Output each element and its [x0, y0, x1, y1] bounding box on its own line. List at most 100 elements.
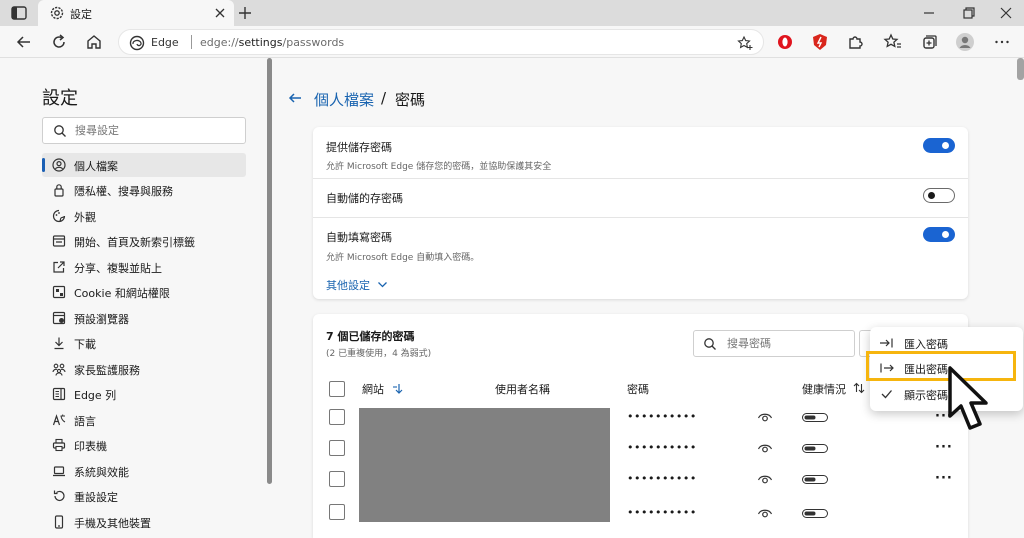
- check-icon: [879, 388, 895, 400]
- row-more-button[interactable]: ···: [935, 472, 953, 485]
- autofill-title: 自動填寫密碼: [326, 231, 392, 244]
- reset-icon: [52, 489, 66, 503]
- browser-toolbar: Edge edge://settings/passwords: [0, 26, 1024, 58]
- sidebar-item-phone[interactable]: 手機及其他裝置: [42, 510, 246, 534]
- active-indicator: [42, 158, 45, 172]
- import-icon: [879, 337, 895, 349]
- laptop-icon: [52, 464, 66, 478]
- sidebar-item-label: 語言: [74, 415, 96, 428]
- select-all-checkbox[interactable]: [329, 381, 345, 397]
- refresh-icon[interactable]: [49, 32, 69, 52]
- share-icon: [52, 260, 66, 274]
- tab-settings[interactable]: 設定: [38, 0, 234, 26]
- redacted-site-username-area: [359, 408, 610, 522]
- add-favorite-icon[interactable]: [737, 35, 753, 51]
- close-tab-icon[interactable]: [212, 5, 228, 21]
- sidebar-item-edge-bar[interactable]: Edge 列: [42, 382, 246, 406]
- sidebar-item-family[interactable]: 家長監護服務: [42, 357, 246, 381]
- row-checkbox[interactable]: [329, 504, 345, 520]
- menu-more-icon[interactable]: [992, 32, 1012, 52]
- column-header-site[interactable]: 網站: [362, 381, 384, 397]
- sidebar-scrollbar[interactable]: [267, 58, 272, 484]
- sort-toggle-icon[interactable]: [853, 382, 865, 394]
- extensions-icon[interactable]: [845, 32, 865, 52]
- password-settings-card: 提供儲存密碼 允許 Microsoft Edge 儲存您的密碼，並協助保護其安全…: [313, 127, 968, 299]
- offer-save-toggle[interactable]: [923, 138, 955, 153]
- show-password-icon[interactable]: [757, 442, 773, 454]
- new-tab-icon[interactable]: [237, 5, 253, 21]
- auto-save-toggle[interactable]: [923, 188, 955, 203]
- sidebar-item-share[interactable]: 分享、複製並貼上: [42, 255, 246, 279]
- show-password-icon[interactable]: [757, 507, 773, 519]
- sidebar-item-downloads[interactable]: 下載: [42, 331, 246, 355]
- collections-icon[interactable]: [919, 32, 939, 52]
- password-health-icon: [802, 475, 828, 484]
- back-icon[interactable]: [14, 32, 34, 52]
- favorites-icon[interactable]: [883, 32, 903, 52]
- column-header-health[interactable]: 健康情況: [802, 381, 846, 397]
- url-text: edge://settings/passwords: [200, 36, 345, 49]
- settings-search-box[interactable]: [42, 117, 246, 144]
- profile-icon: [52, 158, 66, 172]
- sidebar-item-printers[interactable]: 印表機: [42, 433, 246, 457]
- offer-save-description: 允許 Microsoft Edge 儲存您的密碼，並協助保護其安全: [326, 162, 552, 172]
- site-label: Edge: [151, 36, 179, 49]
- sidebar-item-label: 家長監護服務: [74, 364, 140, 377]
- minimize-icon[interactable]: [921, 5, 937, 21]
- sidebar-item-label: 個人檔案: [74, 160, 118, 173]
- settings-title: 設定: [42, 88, 78, 109]
- sidebar-item-cookies[interactable]: Cookie 和網站權限: [42, 280, 246, 304]
- sidebar-item-privacy[interactable]: 隱私權、搜尋與服務: [42, 178, 246, 202]
- settings-search-input[interactable]: [75, 123, 235, 138]
- autofill-toggle[interactable]: [923, 227, 955, 242]
- row-more-button[interactable]: ···: [935, 441, 953, 454]
- breadcrumb-profile-link[interactable]: 個人檔案: [314, 89, 374, 110]
- sidebar-item-label: 系統與效能: [74, 466, 129, 479]
- restore-icon[interactable]: [961, 5, 977, 21]
- address-bar[interactable]: Edge edge://settings/passwords: [118, 29, 764, 55]
- appearance-icon: [52, 209, 66, 223]
- printer-icon: [52, 438, 66, 452]
- sidebar-item-label: 手機及其他裝置: [74, 517, 151, 530]
- sidebar-item-start-home[interactable]: 開始、首頁及新索引標籤: [42, 229, 246, 253]
- menu-item-label: 匯入密碼: [904, 338, 948, 351]
- show-password-icon[interactable]: [757, 411, 773, 423]
- tab-actions-icon[interactable]: [10, 5, 28, 21]
- back-arrow-icon[interactable]: [287, 90, 303, 106]
- search-icon: [703, 337, 717, 351]
- edge-bar-icon: [52, 387, 66, 401]
- sidebar-item-label: 隱私權、搜尋與服務: [74, 185, 173, 198]
- offer-save-title: 提供儲存密碼: [326, 141, 392, 154]
- browser-icon: [52, 311, 66, 325]
- sidebar-item-label: 開始、首頁及新索引標籤: [74, 236, 195, 249]
- sidebar-item-system[interactable]: 系統與效能: [42, 459, 246, 483]
- avatar[interactable]: [955, 32, 975, 52]
- edge-logo-icon: [129, 35, 145, 51]
- search-icon: [53, 124, 67, 138]
- red-extension-icon[interactable]: [810, 32, 830, 52]
- column-header-password: 密碼: [627, 383, 649, 396]
- sidebar-item-reset[interactable]: 重設設定: [42, 484, 246, 508]
- password-search-box[interactable]: [693, 330, 855, 357]
- opera-extension-icon[interactable]: [775, 32, 795, 52]
- row-checkbox[interactable]: [329, 409, 345, 425]
- sort-arrow-icon[interactable]: [391, 383, 403, 395]
- show-password-icon[interactable]: [757, 473, 773, 485]
- row-checkbox[interactable]: [329, 471, 345, 487]
- more-settings-link[interactable]: 其他設定: [326, 277, 370, 293]
- sidebar-item-language[interactable]: 語言: [42, 408, 246, 432]
- password-value: ••••••••••: [627, 472, 697, 485]
- cookie-icon: [52, 285, 66, 299]
- sidebar-item-profile[interactable]: 個人檔案: [42, 153, 246, 177]
- password-health-icon: [802, 509, 828, 518]
- sidebar-item-default-browser[interactable]: 預設瀏覽器: [42, 306, 246, 330]
- page-scrollbar[interactable]: [1017, 58, 1024, 80]
- chevron-down-icon[interactable]: [377, 279, 388, 290]
- row-checkbox[interactable]: [329, 440, 345, 456]
- close-window-icon[interactable]: [998, 5, 1014, 21]
- home-button-icon[interactable]: [84, 32, 104, 52]
- sidebar-item-appearance[interactable]: 外觀: [42, 204, 246, 228]
- password-search-input[interactable]: [727, 336, 847, 351]
- sidebar-item-label: 分享、複製並貼上: [74, 262, 162, 275]
- sidebar-item-label: 外觀: [74, 211, 96, 224]
